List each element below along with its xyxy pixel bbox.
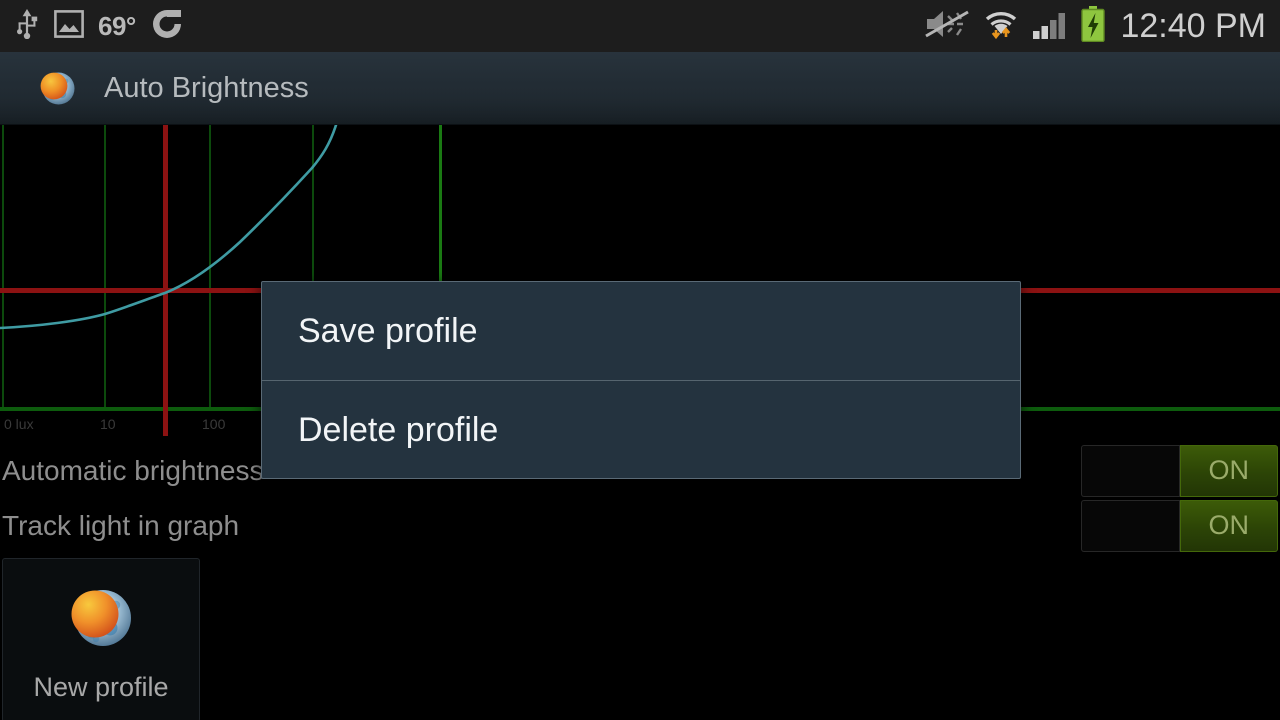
dialog-item-delete-profile[interactable]: Delete profile [262,381,1020,478]
light-level-marker-handle[interactable] [163,407,168,436]
auto-brightness-profile-icon [64,581,138,655]
preference-label-track-light: Track light in graph [2,509,240,541]
dialog-item-delete-profile-label: Delete profile [298,410,499,449]
new-profile-label: New profile [33,672,169,702]
preference-row-track-light[interactable]: Track light in graph ON [0,498,1280,553]
battery-charging-icon [1081,5,1106,47]
usb-icon [14,8,40,44]
wifi-icon [981,7,1021,46]
axis-label-0lux: 0 lux [4,416,34,432]
temperature-indicator: 69° [98,10,136,41]
toggle-thumb-on: ON [1179,499,1278,552]
toggle-label-track-light: ON [1208,510,1250,540]
profile-context-dialog: Save profile Delete profile [261,281,1021,479]
dialog-item-save-profile[interactable]: Save profile [262,282,1020,380]
dialog-item-save-profile-label: Save profile [298,311,478,350]
toggle-label-automatic-brightness: ON [1208,455,1250,485]
new-profile-tile[interactable]: New profile [2,558,200,720]
status-bar-left-icons: 69° [0,7,184,46]
action-bar: Auto Brightness [0,52,1280,125]
toggle-thumb-on: ON [1179,444,1278,497]
axis-label-100: 100 [202,416,226,432]
status-bar-right-icons: 12:40 PM [924,0,1266,52]
page-title: Auto Brightness [104,71,309,104]
android-screen: 69° 12:40 PM Auto Brightness 0 lux 10 10… [0,0,1280,720]
rotation-lock-icon [150,7,184,46]
toggle-automatic-brightness[interactable]: ON [1081,444,1278,497]
cell-signal-icon [1032,8,1070,45]
mute-vibrate-icon [924,8,970,45]
preference-label-automatic-brightness: Automatic brightness [2,454,264,486]
auto-brightness-app-icon [36,67,78,109]
screenshot-image-icon [54,9,84,43]
toggle-track-off [1081,499,1180,552]
status-bar: 69° 12:40 PM [0,0,1280,52]
toggle-track-off [1081,444,1180,497]
toggle-track-light[interactable]: ON [1081,499,1278,552]
status-bar-clock: 12:40 PM [1120,6,1266,45]
axis-label-10: 10 [100,416,116,432]
